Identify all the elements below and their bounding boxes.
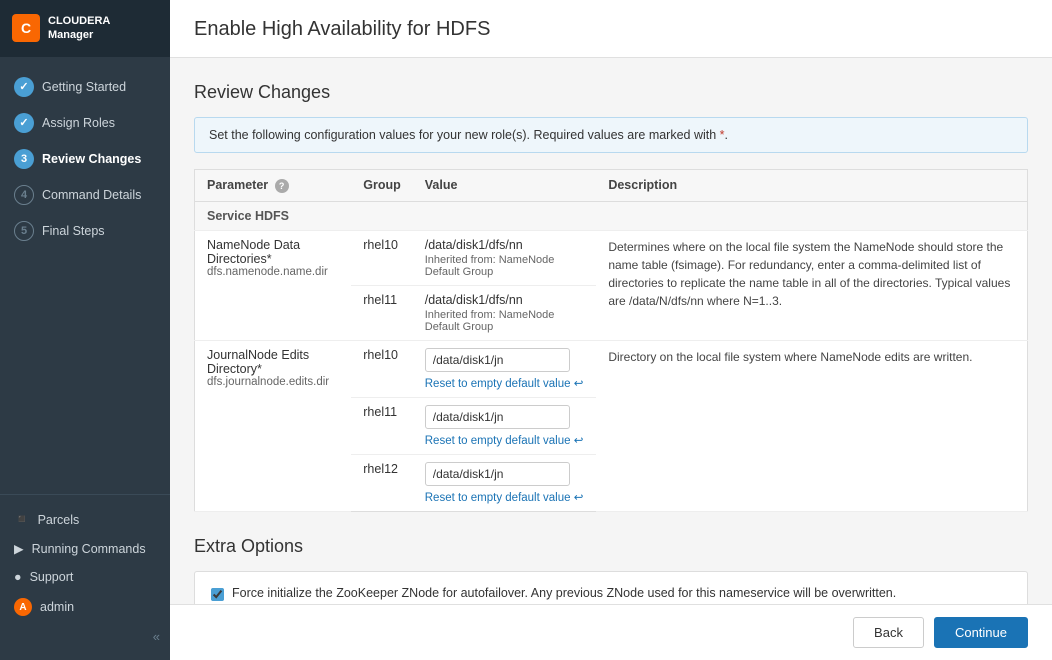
sidebar-item-final-steps[interactable]: 5 Final Steps xyxy=(0,213,170,249)
namenode-param-cell: NameNode Data Directories* dfs.namenode.… xyxy=(195,230,352,340)
journalnode-value-cell-rhel12: Reset to empty default value ↩ xyxy=(413,454,597,511)
step-num-getting-started: ✓ xyxy=(14,77,34,97)
zookeeper-init-label: Force initialize the ZooKeeper ZNode for… xyxy=(232,586,896,600)
sidebar-logo: C CLOUDERA Manager xyxy=(0,0,170,57)
sidebar-item-label-command-details: Command Details xyxy=(42,188,141,202)
main-panel: Enable High Availability for HDFS Review… xyxy=(170,0,1052,660)
support-icon: ● xyxy=(14,570,22,584)
step-num-assign-roles: ✓ xyxy=(14,113,34,133)
main-content: Review Changes Set the following configu… xyxy=(170,58,1052,604)
journalnode-input-rhel10[interactable] xyxy=(425,348,570,372)
journalnode-value-cell-rhel10: Reset to empty default value ↩ xyxy=(413,340,597,397)
col-value: Value xyxy=(413,170,597,202)
journalnode-input-rhel11[interactable] xyxy=(425,405,570,429)
sidebar-bottom: ◾ Parcels ▶ Running Commands ● Support A… xyxy=(0,494,170,660)
journalnode-param-cell: JournalNode Edits Directory* dfs.journal… xyxy=(195,340,352,511)
table-row: JournalNode Edits Directory* dfs.journal… xyxy=(195,340,1028,397)
zookeeper-init-checkbox[interactable] xyxy=(211,588,224,601)
namenode-group-rhel11: rhel11 xyxy=(351,285,413,340)
service-header-label: Service HDFS xyxy=(195,201,1028,230)
sidebar-nav: ✓ Getting Started ✓ Assign Roles 3 Review Cha… xyxy=(0,57,170,494)
main-footer: Back Continue xyxy=(170,604,1052,660)
namenode-description: Determines where on the local file syste… xyxy=(596,230,1027,340)
col-description: Description xyxy=(596,170,1027,202)
cloudera-logo-icon: C xyxy=(12,14,40,42)
journalnode-reset-rhel10[interactable]: Reset to empty default value ↩ xyxy=(425,376,585,390)
journalnode-group-rhel12: rhel12 xyxy=(351,454,413,511)
journalnode-group-rhel11: rhel11 xyxy=(351,397,413,454)
admin-label: admin xyxy=(40,600,74,614)
step-num-review-changes: 3 xyxy=(14,149,34,169)
namenode-param-name: NameNode Data Directories* xyxy=(207,238,339,266)
main-header: Enable High Availability for HDFS xyxy=(170,0,1052,58)
namenode-param-key: dfs.namenode.name.dir xyxy=(207,266,339,278)
parcels-label: Parcels xyxy=(38,513,80,527)
running-commands-icon: ▶ xyxy=(14,541,24,556)
namenode-group-rhel10: rhel10 xyxy=(351,230,413,285)
sidebar-item-label-getting-started: Getting Started xyxy=(42,80,126,94)
sidebar-collapse-button[interactable]: « xyxy=(0,623,170,650)
journalnode-reset-rhel12[interactable]: Reset to empty default value ↩ xyxy=(425,490,585,504)
sidebar-item-label-final-steps: Final Steps xyxy=(42,224,105,238)
review-changes-title: Review Changes xyxy=(194,82,1028,103)
journalnode-param-key: dfs.journalnode.edits.dir xyxy=(207,376,339,388)
table-row: NameNode Data Directories* dfs.namenode.… xyxy=(195,230,1028,285)
sidebar-item-assign-roles[interactable]: ✓ Assign Roles xyxy=(0,105,170,141)
step-num-final-steps: 5 xyxy=(14,221,34,241)
info-banner: Set the following configuration values f… xyxy=(194,117,1028,153)
running-commands-label: Running Commands xyxy=(32,542,146,556)
extra-options-title: Extra Options xyxy=(194,536,1028,557)
service-header-row: Service HDFS xyxy=(195,201,1028,230)
sidebar-item-admin[interactable]: A admin xyxy=(0,591,170,623)
sidebar-item-running-commands[interactable]: ▶ Running Commands xyxy=(0,534,170,563)
extra-options-section: Extra Options Force initialize the ZooKe… xyxy=(194,536,1028,604)
back-button[interactable]: Back xyxy=(853,617,924,648)
parcels-icon: ◾ xyxy=(14,512,30,527)
option-zookeeper-row: Force initialize the ZooKeeper ZNode for… xyxy=(211,586,1011,601)
namenode-value-rhel10: /data/disk1/dfs/nn Inherited from: NameN… xyxy=(413,230,597,285)
extra-options-box: Force initialize the ZooKeeper ZNode for… xyxy=(194,571,1028,604)
sidebar-item-parcels[interactable]: ◾ Parcels xyxy=(0,505,170,534)
journalnode-reset-rhel11[interactable]: Reset to empty default value ↩ xyxy=(425,433,585,447)
logo-title: CLOUDERA xyxy=(48,14,110,28)
required-marker: * xyxy=(720,128,725,142)
journalnode-description: Directory on the local file system where… xyxy=(596,340,1027,511)
namenode-value-rhel11: /data/disk1/dfs/nn Inherited from: NameN… xyxy=(413,285,597,340)
sidebar-item-label-review-changes: Review Changes xyxy=(42,152,141,166)
col-group: Group xyxy=(351,170,413,202)
journalnode-group-rhel10: rhel10 xyxy=(351,340,413,397)
col-parameter: Parameter ? xyxy=(195,170,352,202)
sidebar-item-command-details[interactable]: 4 Command Details xyxy=(0,177,170,213)
sidebar: C CLOUDERA Manager ✓ Getting Started ✓ Assi… xyxy=(0,0,170,660)
journalnode-input-rhel12[interactable] xyxy=(425,462,570,486)
collapse-icon: « xyxy=(153,629,160,644)
sidebar-item-support[interactable]: ● Support xyxy=(0,563,170,591)
support-label: Support xyxy=(30,570,74,584)
logo-text: CLOUDERA Manager xyxy=(48,14,110,43)
continue-button[interactable]: Continue xyxy=(934,617,1028,648)
step-num-command-details: 4 xyxy=(14,185,34,205)
journalnode-param-name: JournalNode Edits Directory* xyxy=(207,348,339,376)
journalnode-value-cell-rhel11: Reset to empty default value ↩ xyxy=(413,397,597,454)
logo-subtitle: Manager xyxy=(48,28,110,42)
config-table: Parameter ? Group Value Description Serv… xyxy=(194,169,1028,512)
sidebar-item-label-assign-roles: Assign Roles xyxy=(42,116,115,130)
namenode-inherited-rhel11: Inherited from: NameNode Default Group xyxy=(425,309,585,333)
sidebar-item-getting-started[interactable]: ✓ Getting Started xyxy=(0,69,170,105)
page-title: Enable High Availability for HDFS xyxy=(194,18,1028,41)
admin-icon: A xyxy=(14,598,32,616)
sidebar-item-review-changes[interactable]: 3 Review Changes xyxy=(0,141,170,177)
namenode-inherited-rhel10: Inherited from: NameNode Default Group xyxy=(425,254,585,278)
parameter-help-icon[interactable]: ? xyxy=(275,179,289,193)
